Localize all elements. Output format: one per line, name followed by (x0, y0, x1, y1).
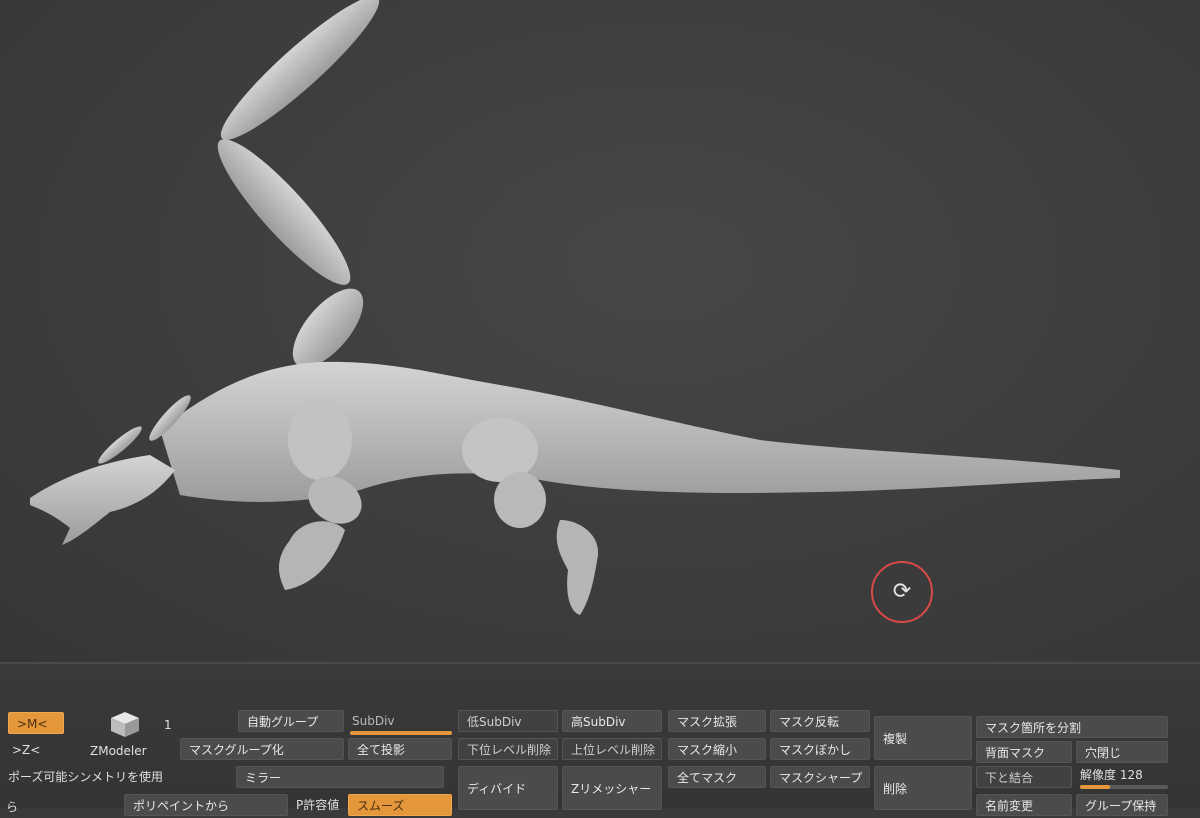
smooth-button[interactable]: スムーズ (348, 794, 452, 816)
close-holes-button[interactable]: 穴閉じ (1076, 741, 1168, 763)
canvas-viewport[interactable]: ⟳ (0, 0, 1200, 662)
mask-shrink-button[interactable]: マスク縮小 (668, 738, 766, 760)
subtool-panel: >M< >Z< ら 1 ZModeler 自動グループ SubDiv 低SubD… (0, 662, 1200, 816)
polypaint-from-button[interactable]: ポリペイントから (124, 794, 288, 816)
mask-sharpen-button[interactable]: マスクシャープ (770, 766, 870, 788)
mirror-button[interactable]: ミラー (236, 766, 444, 788)
back-mask-button[interactable]: 背面マスク (976, 741, 1072, 763)
auto-group-button[interactable]: 自動グループ (238, 710, 344, 732)
rename-button[interactable]: 名前変更 (976, 794, 1072, 816)
partial-label: ら (6, 800, 19, 814)
low-subdiv-button[interactable]: 低SubDiv (458, 710, 558, 732)
mode-m-button[interactable]: >M< (8, 712, 64, 734)
mask-invert-button[interactable]: マスク反転 (770, 710, 870, 732)
rotate-widget[interactable]: ⟳ (871, 561, 933, 623)
merge-down-button[interactable]: 下と結合 (976, 766, 1072, 788)
resolution-slider-fill (1080, 785, 1110, 789)
project-all-button[interactable]: 全て投影 (348, 738, 452, 760)
rotate-icon: ⟳ (892, 579, 912, 604)
mask-blur-button[interactable]: マスクぼかし (770, 738, 870, 760)
mode-z-button[interactable]: >Z< (12, 739, 62, 761)
mask-all-button[interactable]: 全てマスク (668, 766, 766, 788)
resolution-label: 解像度 128 (1080, 768, 1143, 782)
mask-group-button[interactable]: マスクグループ化 (180, 738, 344, 760)
dragon-model (30, 0, 1120, 615)
pose-symmetry-label[interactable]: ポーズ可能シンメトリを使用 (8, 766, 232, 788)
delete-higher-button[interactable]: 上位レベル削除 (562, 738, 662, 760)
delete-lower-button[interactable]: 下位レベル削除 (458, 738, 558, 760)
divide-button[interactable]: ディバイド (458, 766, 558, 810)
p-tolerance-label: P許容値 (296, 798, 340, 812)
subdiv-label: SubDiv (352, 714, 395, 728)
high-subdiv-button[interactable]: 高SubDiv (562, 710, 662, 732)
split-masked-button[interactable]: マスク箇所を分割 (976, 716, 1168, 738)
tool-count: 1 (164, 718, 172, 732)
zremesher-button[interactable]: Zリメッシャー (562, 766, 662, 810)
cube-icon[interactable] (108, 710, 142, 738)
tool-name: ZModeler (90, 744, 147, 758)
mask-grow-button[interactable]: マスク拡張 (668, 710, 766, 732)
delete-button[interactable]: 削除 (874, 766, 972, 810)
subdiv-slider-fill (350, 731, 452, 735)
group-keep-button[interactable]: グループ保持 (1076, 794, 1168, 816)
duplicate-button[interactable]: 複製 (874, 716, 972, 760)
